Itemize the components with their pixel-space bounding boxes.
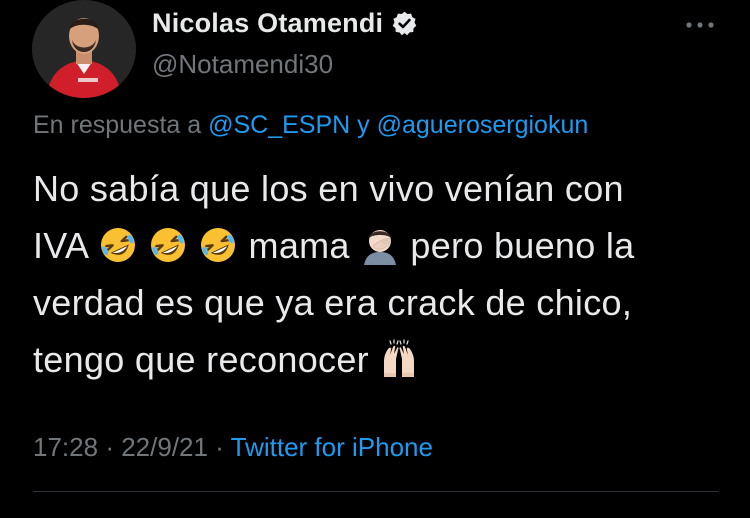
tweet-text-segment: IVA: [33, 225, 88, 266]
meta-separator: ·: [105, 432, 114, 462]
tweet-meta: 17:28 · 22/9/21 · Twitter for iPhone: [33, 432, 433, 463]
tweet-line-4: tengo que reconocer: [33, 331, 733, 388]
avatar[interactable]: [32, 0, 136, 98]
tweet-line-1: No sabía que los en vivo venían con: [33, 168, 624, 209]
author-name-row: Nicolas Otamendi: [152, 8, 418, 39]
tweet-line-2: IVA mama pero bueno la: [33, 217, 733, 274]
divider: [33, 491, 718, 492]
tweet-text-segment: tengo que reconocer: [33, 339, 369, 380]
tweet-source-link[interactable]: Twitter for iPhone: [231, 432, 433, 462]
verified-badge-icon: [391, 10, 418, 37]
reply-mention-aguero[interactable]: @aguerosergiokun: [377, 111, 589, 139]
tweet-text: No sabía que los en vivo venían con IVA: [33, 160, 733, 388]
tweet-text-segment: pero bueno la: [410, 225, 635, 266]
tweet-text-segment: mama: [248, 225, 350, 266]
reply-connector: y: [357, 111, 370, 139]
meta-separator: ·: [215, 432, 224, 462]
more-horizontal-icon[interactable]: [680, 10, 720, 40]
rolling-on-floor-laughing-icon: [201, 228, 236, 262]
man-facepalming-icon: [364, 230, 397, 265]
reply-prefix: En respuesta a: [33, 111, 202, 139]
user-handle[interactable]: @Notamendi30: [152, 49, 333, 80]
rolling-on-floor-laughing-icon: [150, 228, 185, 262]
reply-mention-sc-espn[interactable]: @SC_ESPN: [208, 111, 350, 139]
raising-hands-icon: [384, 339, 415, 377]
tweet-date[interactable]: 22/9/21: [121, 432, 208, 462]
tweet-time[interactable]: 17:28: [33, 432, 98, 462]
reply-context: En respuesta a @SC_ESPN y @aguerosergiok…: [33, 111, 588, 140]
rolling-on-floor-laughing-icon: [100, 228, 135, 262]
tweet-line-3: verdad es que ya era crack de chico,: [33, 282, 633, 323]
display-name[interactable]: Nicolas Otamendi: [152, 8, 383, 39]
